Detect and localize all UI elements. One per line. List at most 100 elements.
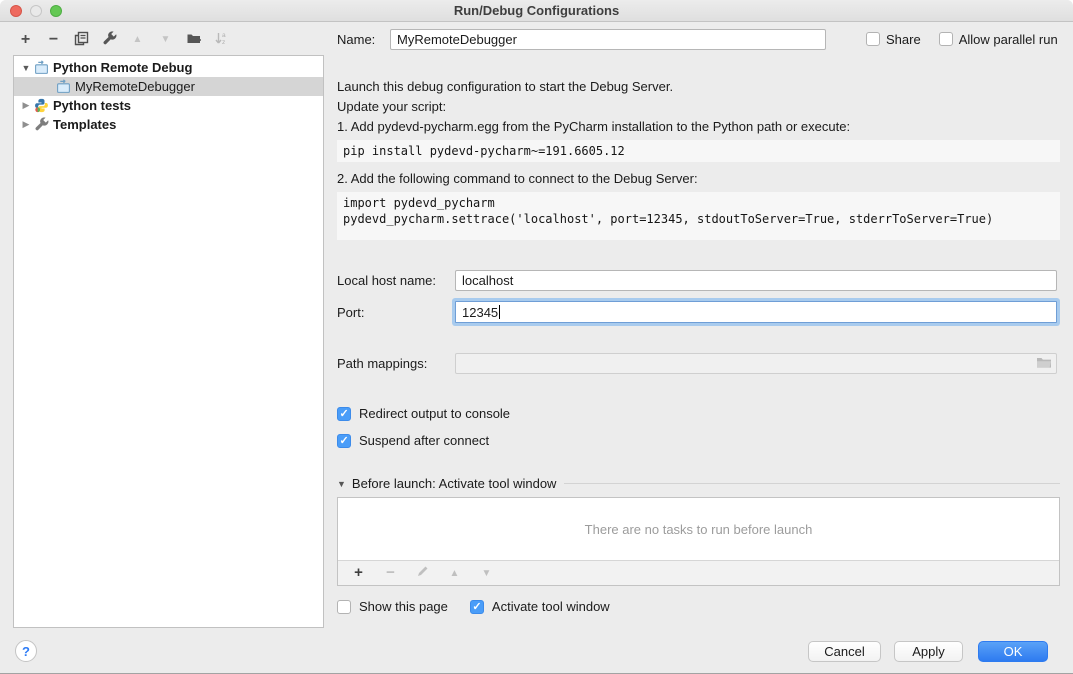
- tree-item-templates[interactable]: ▶ Templates: [14, 115, 323, 134]
- tree-item-python-tests[interactable]: ▶ Python tests: [14, 96, 323, 115]
- window-title: Run/Debug Configurations: [0, 3, 1073, 18]
- move-up-button[interactable]: ▲: [129, 31, 146, 48]
- name-row: Name: Share Allow parallel run: [337, 28, 1060, 50]
- add-configuration-button[interactable]: +: [17, 31, 34, 48]
- code-line-import: import pydevd_pycharm: [343, 196, 495, 210]
- remove-task-button[interactable]: −: [382, 565, 399, 582]
- triangle-down-icon: ▼: [161, 34, 171, 45]
- path-mappings-input[interactable]: [455, 353, 1057, 374]
- share-checkbox-group: Share: [866, 32, 921, 47]
- port-label: Port:: [337, 305, 455, 320]
- tree-item-label: Templates: [53, 117, 116, 132]
- minus-icon: −: [386, 566, 395, 580]
- cancel-button[interactable]: Cancel: [808, 641, 881, 662]
- pip-install-command: pip install pydevd-pycharm~=191.6605.12: [337, 140, 1060, 162]
- chevron-expanded-icon[interactable]: ▼: [20, 63, 32, 73]
- tree-item-label: Python Remote Debug: [53, 60, 192, 75]
- pencil-icon: [416, 565, 429, 581]
- move-task-down-button[interactable]: ▼: [478, 565, 495, 582]
- before-launch-header[interactable]: ▼ Before launch: Activate tool window: [337, 476, 1060, 491]
- minus-icon: −: [49, 32, 58, 47]
- name-label: Name:: [337, 32, 390, 47]
- remote-debug-config-icon: [56, 79, 71, 94]
- new-folder-button[interactable]: [185, 31, 202, 48]
- redirect-output-checkbox[interactable]: [337, 407, 351, 421]
- local-host-label: Local host name:: [337, 273, 455, 288]
- show-this-page-checkbox[interactable]: [337, 600, 351, 614]
- allow-parallel-run-checkbox-group: Allow parallel run: [939, 32, 1058, 47]
- wrench-icon: [102, 31, 117, 49]
- help-button[interactable]: ?: [15, 640, 37, 662]
- allow-parallel-run-checkbox[interactable]: [939, 32, 953, 46]
- empty-tasks-message: There are no tasks to run before launch: [338, 498, 1059, 560]
- copy-icon: [74, 31, 89, 49]
- triangle-up-icon: ▲: [133, 34, 143, 45]
- tree-item-myremotedebugger[interactable]: MyRemoteDebugger: [14, 77, 323, 96]
- suspend-after-connect-row: Suspend after connect: [337, 433, 1060, 448]
- remote-debug-config-icon: [34, 60, 49, 75]
- code-line-settrace: pydevd_pycharm.settrace('localhost', por…: [343, 212, 993, 226]
- intro-text: Launch this debug configuration to start…: [337, 78, 1060, 95]
- share-label: Share: [886, 32, 921, 47]
- show-this-page-label: Show this page: [359, 599, 448, 614]
- update-script-text: Update your script:: [337, 98, 1060, 115]
- chevron-collapsed-icon[interactable]: ▶: [20, 119, 32, 130]
- disclosure-triangle-icon[interactable]: ▼: [337, 479, 346, 489]
- folder-icon[interactable]: [1036, 356, 1052, 372]
- local-host-row: Local host name:: [337, 270, 1060, 291]
- triangle-down-icon: ▼: [482, 568, 492, 579]
- ok-button[interactable]: OK: [978, 641, 1048, 662]
- configuration-editor: Name: Share Allow parallel run Launch th…: [337, 28, 1060, 614]
- step2-text: 2. Add the following command to connect …: [337, 170, 1060, 187]
- add-task-button[interactable]: +: [350, 565, 367, 582]
- plus-icon: +: [354, 566, 363, 580]
- wrench-icon: [34, 117, 49, 132]
- allow-parallel-run-label: Allow parallel run: [959, 32, 1058, 47]
- tree-item-label: MyRemoteDebugger: [75, 79, 195, 94]
- tasks-toolbar: + − ▲ ▼: [338, 560, 1059, 585]
- header-rule: [564, 483, 1060, 484]
- suspend-after-connect-checkbox[interactable]: [337, 434, 351, 448]
- svg-text:z: z: [222, 39, 225, 46]
- before-launch-tasks-panel: There are no tasks to run before launch …: [337, 497, 1060, 586]
- chevron-collapsed-icon[interactable]: ▶: [20, 100, 32, 111]
- move-task-up-button[interactable]: ▲: [446, 565, 463, 582]
- redirect-output-row: Redirect output to console: [337, 406, 1060, 421]
- activate-tool-window-label: Activate tool window: [492, 599, 610, 614]
- redirect-output-label: Redirect output to console: [359, 406, 510, 421]
- edit-configuration-button[interactable]: [101, 31, 118, 48]
- step1-text: 1. Add pydevd-pycharm.egg from the PyCha…: [337, 118, 1060, 135]
- port-input[interactable]: 12345: [455, 301, 1057, 323]
- text-caret: [499, 305, 500, 319]
- new-folder-icon: [186, 31, 202, 49]
- edit-task-button[interactable]: [414, 565, 431, 582]
- remove-configuration-button[interactable]: −: [45, 31, 62, 48]
- share-checkbox[interactable]: [866, 32, 880, 46]
- apply-button[interactable]: Apply: [894, 641, 963, 662]
- configurations-toolbar: + − ▲ ▼ az: [17, 31, 230, 48]
- python-icon: [34, 98, 49, 113]
- tree-item-python-remote-debug[interactable]: ▼ Python Remote Debug: [14, 58, 323, 77]
- move-down-button[interactable]: ▼: [157, 31, 174, 48]
- svg-text:a: a: [222, 32, 226, 39]
- activate-tool-window-checkbox[interactable]: [470, 600, 484, 614]
- settrace-code-block: import pydevd_pycharm pydevd_pycharm.set…: [337, 192, 1060, 240]
- tree-item-label: Python tests: [53, 98, 131, 113]
- before-launch-title: Before launch: Activate tool window: [352, 476, 557, 491]
- triangle-up-icon: ▲: [450, 568, 460, 579]
- name-input[interactable]: [390, 29, 826, 50]
- sort-alphabetically-button[interactable]: az: [213, 31, 230, 48]
- path-mappings-row: Path mappings:: [337, 353, 1060, 374]
- port-value: 12345: [462, 305, 498, 320]
- configurations-tree: ▼ Python Remote Debug MyRemoteDebugger ▶…: [13, 55, 324, 628]
- port-row: Port: 12345: [337, 301, 1060, 323]
- run-debug-configurations-dialog: Run/Debug Configurations + − ▲ ▼: [0, 0, 1073, 674]
- suspend-after-connect-label: Suspend after connect: [359, 433, 489, 448]
- page-options-row: Show this page Activate tool window: [337, 599, 1060, 614]
- titlebar: Run/Debug Configurations: [0, 0, 1073, 22]
- local-host-input[interactable]: [455, 270, 1057, 291]
- plus-icon: +: [21, 32, 30, 47]
- copy-configuration-button[interactable]: [73, 31, 90, 48]
- question-mark-icon: ?: [22, 644, 30, 659]
- path-mappings-label: Path mappings:: [337, 356, 455, 371]
